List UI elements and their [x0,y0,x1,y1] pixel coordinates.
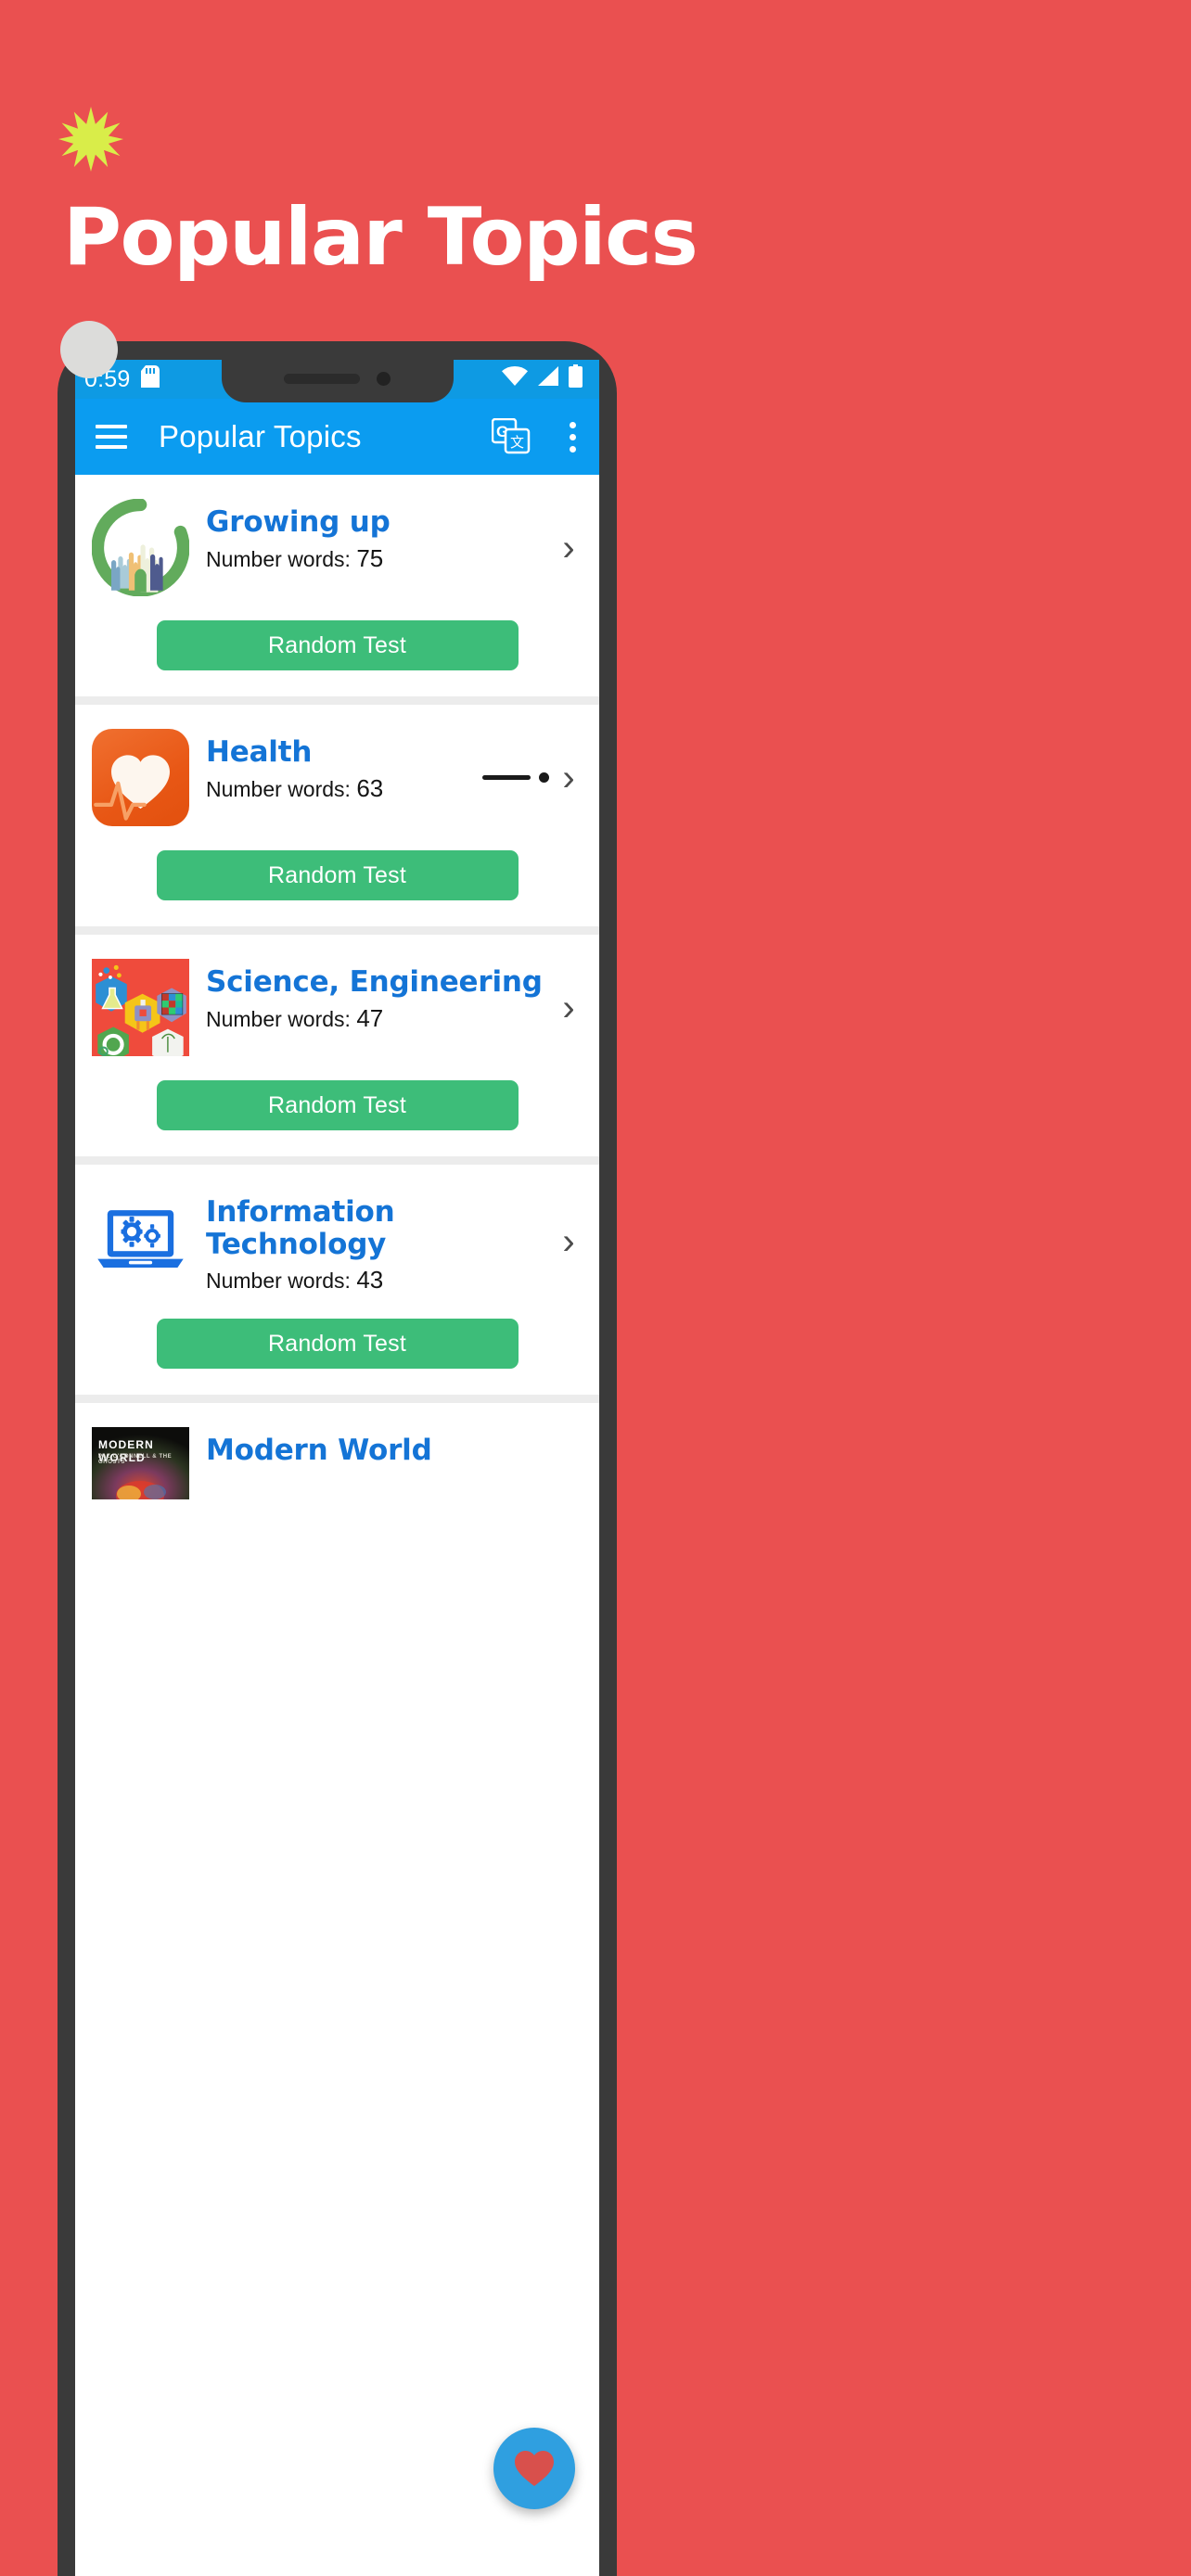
signal-icon [536,365,560,393]
front-camera [377,371,391,386]
app-bar-title: Popular Topics [159,419,362,453]
list-item[interactable]: Growing up Number words: 75 › Random Tes… [75,475,599,696]
earpiece-speaker [284,373,360,384]
topic-word-count: Number words: 75 [206,543,384,572]
list-item[interactable]: Information Technology Number words: 43 … [75,1165,599,1396]
chevron-right-icon[interactable]: › [555,1223,586,1260]
topic-word-count: Number words: 63 [206,773,384,802]
topic-word-count: Number words: 43 [206,1266,384,1294]
phone-screen: 0:59 Popular Topics G 文 Growing up Numbe… [75,360,599,2576]
random-test-button[interactable]: Random Test [156,620,519,670]
app-bar: Popular Topics G 文 [75,399,599,475]
topic-title: Information Technology [206,1195,395,1261]
sd-card-icon [141,364,160,394]
word-count-value: 43 [356,1266,384,1294]
word-count-value: 75 [356,543,384,572]
google-translate-icon[interactable]: G 文 [491,417,532,455]
chevron-right-icon[interactable]: › [555,529,586,567]
page-title: Popular Topics [63,191,698,284]
phone-mockup: 0:59 Popular Topics G 文 Growing up Numbe… [58,341,617,2576]
heart-icon [515,2451,554,2486]
topics-list: Growing up Number words: 75 › Random Tes… [75,475,599,1526]
wifi-icon [502,365,528,393]
phone-notch [221,354,454,402]
album-artist: PAZ O'CONNELL & THE GHOSTS [98,1454,173,1466]
modern-world-album-art: MODERN WORLD PAZ O'CONNELL & THE GHOSTS [92,1427,189,1500]
random-test-button[interactable]: Random Test [156,1319,519,1370]
word-count-value: 63 [356,773,384,802]
hamburger-menu-icon[interactable] [96,425,127,449]
chevron-right-icon[interactable]: › [555,989,586,1027]
random-test-button[interactable]: Random Test [156,1080,519,1130]
science-engineering-hexagons [92,959,189,1056]
list-item[interactable]: MODERN WORLD PAZ O'CONNELL & THE GHOSTS … [75,1403,599,1526]
topic-title: Health [206,735,313,769]
more-options-icon[interactable] [568,421,577,453]
random-test-button[interactable]: Random Test [156,850,519,900]
list-item[interactable]: Science, Engineering Number words: 47 › … [75,935,599,1156]
topic-title: Modern World [206,1434,432,1468]
battery-icon [569,364,583,394]
decorative-dot [60,321,118,378]
topic-word-count: Number words: 47 [206,1003,384,1032]
topic-title: Science, Engineering [206,965,543,999]
health-heart-pulse-icon [92,729,189,826]
topic-title: Growing up [206,505,391,539]
list-item[interactable]: Health Number words: 63 › Random Test [75,705,599,926]
favorites-fab[interactable] [493,2428,575,2509]
starburst-icon [58,105,123,173]
svg-text:文: 文 [510,435,524,451]
growing-up-hands-logo [92,499,189,596]
chevron-right-icon[interactable]: › [555,759,586,797]
laptop-gears-icon [92,1189,189,1286]
word-count-value: 47 [356,1003,384,1032]
progress-indicator [482,772,555,783]
